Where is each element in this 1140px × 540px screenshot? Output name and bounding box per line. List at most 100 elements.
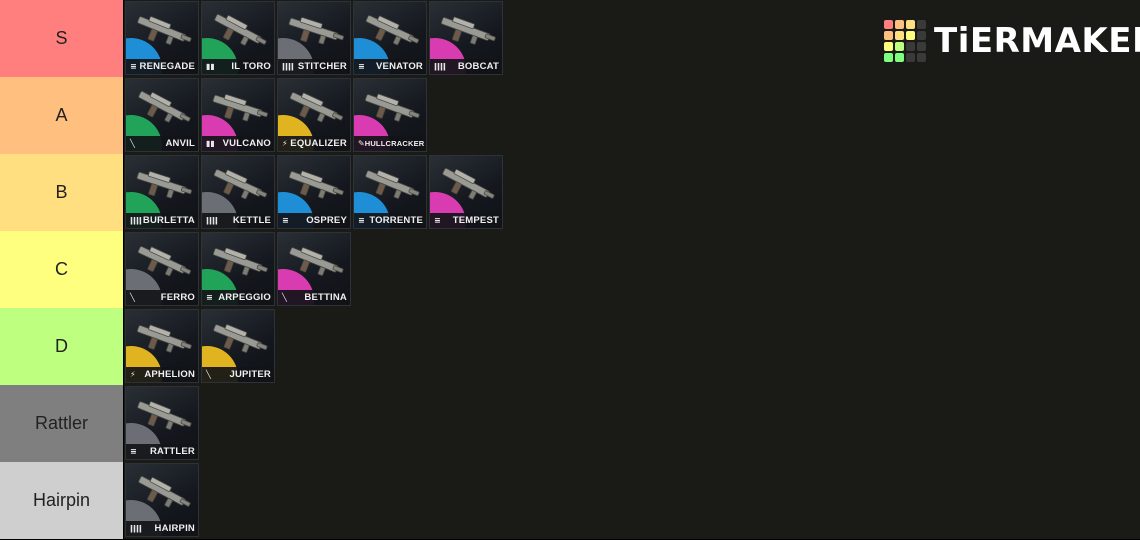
weapon-card[interactable]: ╲ JUPITER bbox=[201, 309, 275, 383]
sniper-ammo-icon: ╲ bbox=[130, 139, 135, 148]
tier-items-area[interactable]: ⚡ APHELION ╲ JUPITER bbox=[124, 308, 1140, 385]
tier-row: C ╲ FERRO ≡ ARPEGGIO ╲ BETTINA bbox=[0, 231, 1140, 309]
weapon-caption: ǀǀǀǀ BURLETTA bbox=[126, 213, 198, 228]
weapon-card[interactable]: ⚡ EQUALIZER bbox=[277, 78, 351, 152]
weapon-card[interactable]: ǀǀǀǀ HAIRPIN bbox=[125, 463, 199, 537]
tier-label[interactable]: Rattler bbox=[0, 385, 124, 462]
sniper-ammo-icon: ╲ bbox=[282, 293, 287, 302]
weapon-name: IL TORO bbox=[231, 61, 271, 72]
weapon-name: JUPITER bbox=[229, 369, 271, 380]
weapon-name: RATTLER bbox=[149, 446, 195, 457]
heavy-ammo-icon: ǀǀǀǀ bbox=[282, 62, 294, 71]
weapon-card[interactable]: ⚡ APHELION bbox=[125, 309, 199, 383]
energy-ammo-icon: ⚡ bbox=[282, 139, 288, 148]
logo-square bbox=[917, 31, 926, 40]
weapon-image-icon bbox=[206, 83, 272, 133]
weapon-card[interactable]: ▮▮ IL TORO bbox=[201, 1, 275, 75]
light-ammo-icon: ≡ bbox=[282, 216, 289, 225]
tier-items-area[interactable]: ╲ ANVIL ▮▮ VULCANO ⚡ EQUALIZER ✎ HULLCRACKER bbox=[124, 77, 1140, 154]
tier-items-area[interactable]: ╲ FERRO ≡ ARPEGGIO ╲ BETTINA bbox=[124, 231, 1140, 308]
weapon-caption: ✎ HULLCRACKER bbox=[354, 136, 426, 151]
weapon-name: TORRENTE bbox=[369, 215, 423, 226]
tier-row: A ╲ ANVIL ▮▮ VULCANO ⚡ EQUALIZER ✎ HULLC… bbox=[0, 77, 1140, 155]
tiermaker-logo-text: TiERMAKER bbox=[934, 21, 1140, 61]
weapon-image-icon bbox=[130, 314, 196, 364]
weapon-caption: ▮▮ IL TORO bbox=[202, 59, 274, 74]
weapon-image-icon bbox=[206, 314, 272, 364]
weapon-name: EQUALIZER bbox=[290, 138, 347, 149]
weapon-card[interactable]: ǀǀǀǀ BOBCAT bbox=[429, 1, 503, 75]
light-ammo-icon: ≡ bbox=[434, 216, 441, 225]
weapon-card[interactable]: ǀǀǀǀ KETTLE bbox=[201, 155, 275, 229]
tier-items-area[interactable]: ǀǀǀǀ BURLETTA ǀǀǀǀ KETTLE ≡ OSPREY ≡ TORRENT… bbox=[124, 154, 1140, 231]
energy-ammo-icon: ⚡ bbox=[130, 370, 136, 379]
weapon-card[interactable]: ≡ ARPEGGIO bbox=[201, 232, 275, 306]
weapon-card[interactable]: ǀǀǀǀ BURLETTA bbox=[125, 155, 199, 229]
weapon-card[interactable]: ≡ TEMPEST bbox=[429, 155, 503, 229]
logo-square bbox=[906, 53, 915, 62]
weapon-name: BETTINA bbox=[304, 292, 347, 303]
weapon-caption: ≡ OSPREY bbox=[278, 213, 350, 228]
shotgun-ammo-icon: ▮▮ bbox=[206, 62, 215, 71]
weapon-caption: ǀǀǀǀ HAIRPIN bbox=[126, 521, 198, 536]
weapon-card[interactable]: ≡ TORRENTE bbox=[353, 155, 427, 229]
light-ammo-icon: ≡ bbox=[130, 447, 137, 456]
weapon-card[interactable]: ≡ OSPREY bbox=[277, 155, 351, 229]
tier-items-area[interactable]: ≡ RATTLER bbox=[124, 385, 1140, 462]
weapon-image-icon bbox=[130, 468, 196, 518]
weapon-image-icon bbox=[130, 391, 196, 441]
weapon-caption: ǀǀǀǀ KETTLE bbox=[202, 213, 274, 228]
tier-label[interactable]: Hairpin bbox=[0, 462, 124, 539]
weapon-card[interactable]: ✎ HULLCRACKER bbox=[353, 78, 427, 152]
weapon-name: KETTLE bbox=[232, 215, 271, 226]
weapon-image-icon bbox=[206, 237, 272, 287]
tier-label[interactable]: B bbox=[0, 154, 124, 231]
tier-label[interactable]: A bbox=[0, 77, 124, 154]
tier-label[interactable]: S bbox=[0, 0, 124, 77]
weapon-name: ANVIL bbox=[165, 138, 195, 149]
weapon-name: VULCANO bbox=[222, 138, 271, 149]
weapon-image-icon bbox=[282, 160, 348, 210]
logo-square bbox=[906, 42, 915, 51]
weapon-caption: ≡ TORRENTE bbox=[354, 213, 426, 228]
heavy-ammo-icon: ǀǀǀǀ bbox=[206, 216, 218, 225]
weapon-image-icon bbox=[130, 6, 196, 56]
weapon-card[interactable]: ≡ VENATOR bbox=[353, 1, 427, 75]
weapon-name: HAIRPIN bbox=[154, 523, 195, 534]
weapon-image-icon bbox=[358, 6, 424, 56]
weapon-image-icon bbox=[130, 160, 196, 210]
weapon-caption: ≡ VENATOR bbox=[354, 59, 426, 74]
logo-square bbox=[906, 31, 915, 40]
tier-label[interactable]: C bbox=[0, 231, 124, 308]
weapon-name: STITCHER bbox=[297, 61, 347, 72]
light-ammo-icon: ≡ bbox=[130, 62, 137, 71]
weapon-card[interactable]: ▮▮ VULCANO bbox=[201, 78, 275, 152]
logo-square bbox=[895, 31, 904, 40]
weapon-name: OSPREY bbox=[306, 215, 347, 226]
weapon-caption: ╲ FERRO bbox=[126, 290, 198, 305]
weapon-image-icon bbox=[206, 160, 272, 210]
tier-row: Rattler ≡ RATTLER bbox=[0, 385, 1140, 463]
logo-square bbox=[895, 53, 904, 62]
sniper-ammo-icon: ╲ bbox=[130, 293, 135, 302]
weapon-caption: ≡ RENEGADE bbox=[126, 59, 198, 74]
weapon-name: BURLETTA bbox=[142, 215, 195, 226]
weapon-card[interactable]: ╲ BETTINA bbox=[277, 232, 351, 306]
weapon-card[interactable]: ≡ RENEGADE bbox=[125, 1, 199, 75]
weapon-caption: ǀǀǀǀ BOBCAT bbox=[430, 59, 502, 74]
weapon-name: ARPEGGIO bbox=[218, 292, 271, 303]
weapon-name: APHELION bbox=[144, 369, 195, 380]
tier-row: Hairpin ǀǀǀǀ HAIRPIN bbox=[0, 462, 1140, 540]
tier-items-area[interactable]: ǀǀǀǀ HAIRPIN bbox=[124, 462, 1140, 539]
tier-label[interactable]: D bbox=[0, 308, 124, 385]
logo-square bbox=[884, 31, 893, 40]
weapon-card[interactable]: ╲ ANVIL bbox=[125, 78, 199, 152]
weapon-card[interactable]: ≡ RATTLER bbox=[125, 386, 199, 460]
weapon-card[interactable]: ǀǀǀǀ STITCHER bbox=[277, 1, 351, 75]
weapon-card[interactable]: ╲ FERRO bbox=[125, 232, 199, 306]
tier-list-board: S ≡ RENEGADE ▮▮ IL TORO ǀǀǀǀ STITCHER ≡ … bbox=[0, 0, 1140, 540]
weapon-image-icon bbox=[358, 83, 424, 133]
light-ammo-icon: ≡ bbox=[358, 62, 365, 71]
weapon-name: TEMPEST bbox=[452, 215, 499, 226]
weapon-caption: ≡ RATTLER bbox=[126, 444, 198, 459]
